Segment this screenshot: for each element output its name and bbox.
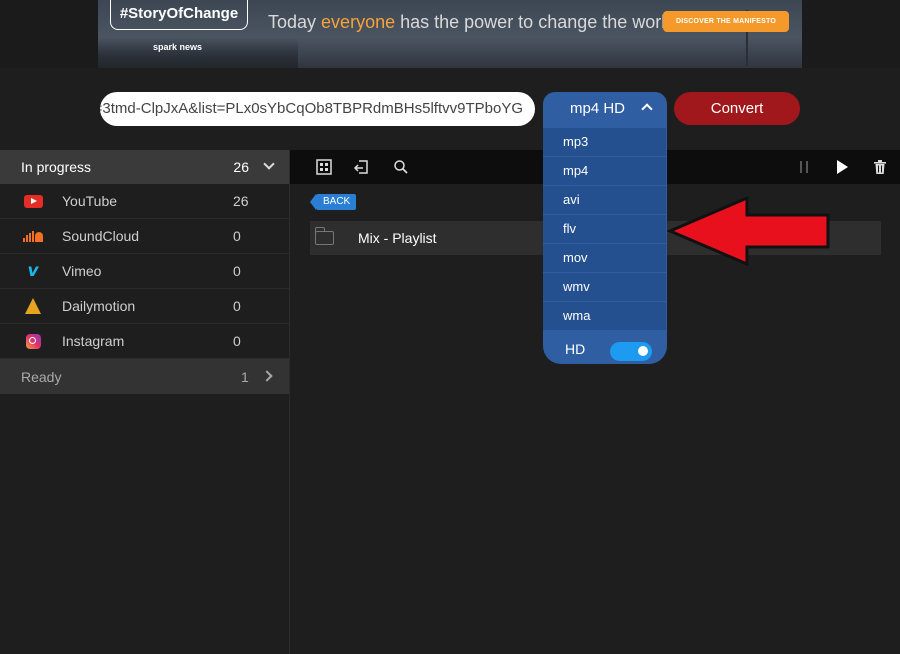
format-option-flv[interactable]: flv xyxy=(543,215,666,243)
sidebar-item-count: 0 xyxy=(233,263,241,279)
back-button[interactable]: BACK xyxy=(309,194,357,210)
ad-banner[interactable]: #StoryOfChange spark news Today everyone… xyxy=(98,0,802,68)
pause-icon[interactable] xyxy=(796,159,812,175)
sidebar: In progress 26 YouTube 26 SoundCloud 0 v… xyxy=(0,150,290,654)
ready-label: Ready xyxy=(21,368,62,385)
sidebar-item-label: Instagram xyxy=(62,333,125,349)
sidebar-item-instagram[interactable]: Instagram 0 xyxy=(0,324,289,359)
sidebar-item-count: 0 xyxy=(233,298,241,314)
format-selected-value: mp4 HD xyxy=(570,100,626,117)
trash-icon[interactable] xyxy=(872,159,888,175)
tagline-before: Today xyxy=(268,12,322,32)
sidebar-item-soundcloud[interactable]: SoundCloud 0 xyxy=(0,219,289,254)
folder-icon xyxy=(314,227,334,245)
convert-button[interactable]: Convert xyxy=(674,92,800,125)
format-option-wma[interactable]: wma xyxy=(543,302,666,330)
chevron-right-icon xyxy=(261,370,273,382)
instagram-icon xyxy=(23,333,43,349)
playlist-name: Mix - Playlist xyxy=(358,230,437,246)
format-option-avi[interactable]: avi xyxy=(543,186,666,214)
tagline-after: has the power to change the world. xyxy=(395,12,681,32)
ready-count: 1 xyxy=(241,368,249,385)
red-arrow-annotation xyxy=(667,195,830,267)
chevron-down-icon xyxy=(263,158,275,170)
discover-manifesto-button[interactable]: DISCOVER THE MANIFESTO xyxy=(663,11,789,32)
sidebar-item-label: Vimeo xyxy=(62,263,102,279)
youtube-icon xyxy=(23,193,43,209)
soundcloud-icon xyxy=(23,228,43,244)
hd-toggle-row: HD xyxy=(543,334,667,364)
chevron-up-icon xyxy=(641,103,653,115)
in-progress-label: In progress xyxy=(21,159,92,175)
url-input-value: v=3tmd-ClpJxA&list=PLx0sYbCqOb8TBPRdmBHs… xyxy=(100,100,523,117)
sidebar-item-label: YouTube xyxy=(62,193,118,209)
hd-label: HD xyxy=(565,341,586,357)
search-icon[interactable] xyxy=(393,159,409,175)
play-icon[interactable] xyxy=(834,159,850,175)
in-progress-count: 26 xyxy=(233,159,249,175)
banner-tagline: Today everyone has the power to change t… xyxy=(268,12,680,33)
sidebar-item-dailymotion[interactable]: Dailymotion 0 xyxy=(0,289,289,324)
in-progress-header[interactable]: In progress 26 xyxy=(0,150,289,184)
hd-toggle[interactable] xyxy=(610,342,652,361)
sidebar-item-count: 26 xyxy=(233,193,249,209)
format-dropdown: mp3 mp4 avi flv mov wmv wma HD xyxy=(543,126,667,364)
select-all-icon[interactable] xyxy=(316,159,332,175)
format-option-mp3[interactable]: mp3 xyxy=(543,128,666,156)
tagline-highlight: everyone xyxy=(321,12,396,32)
sidebar-item-count: 0 xyxy=(233,333,241,349)
dailymotion-icon xyxy=(23,298,43,314)
sidebar-item-vimeo[interactable]: v Vimeo 0 xyxy=(0,254,289,289)
undo-icon[interactable] xyxy=(353,159,369,175)
format-option-mov[interactable]: mov xyxy=(543,244,666,272)
format-option-mp4[interactable]: mp4 xyxy=(543,157,666,185)
banner-brand: spark news xyxy=(153,42,203,52)
vimeo-icon: v xyxy=(27,261,39,281)
format-option-wmv[interactable]: wmv xyxy=(543,273,666,301)
sidebar-item-label: Dailymotion xyxy=(62,298,136,314)
sidebar-item-youtube[interactable]: YouTube 26 xyxy=(0,184,289,219)
banner-hashtag: #StoryOfChange xyxy=(110,0,248,30)
top-bar: #StoryOfChange spark news Today everyone… xyxy=(0,0,900,68)
sidebar-item-count: 0 xyxy=(233,228,241,244)
ready-header[interactable]: Ready 1 xyxy=(0,359,289,394)
sidebar-item-label: SoundCloud xyxy=(62,228,140,244)
url-input[interactable]: v=3tmd-ClpJxA&list=PLx0sYbCqOb8TBPRdmBHs… xyxy=(100,92,535,126)
format-select[interactable]: mp4 HD xyxy=(543,92,667,126)
